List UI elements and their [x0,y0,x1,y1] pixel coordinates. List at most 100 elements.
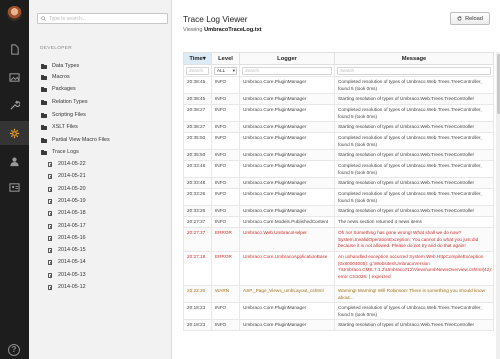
column-header-time[interactable]: Time▾ [183,52,212,65]
vertical-scrollbar[interactable] [496,52,500,359]
cell-logger: Umbraco.Core.PluginManager [239,149,335,161]
app-window: ? Type to search... DEVELOPER Data Types… [0,0,500,359]
cell-time: 20:18:23 [183,302,212,320]
tree-item-label: 2014-05-17 [58,223,86,229]
cell-message: The news section returned 4 news items [334,216,494,228]
scrollbar-thumb[interactable] [496,54,500,114]
table-row[interactable]: 20:18:23 INFO Umbraco.Core.PluginManager St… [183,319,494,331]
table-row[interactable]: 20:27:37 INFO Umbraco.Core.Models.Publishe… [183,216,494,228]
file-icon [48,173,52,179]
message-filter-input[interactable]: Search [337,66,491,75]
tree-item-trace-logs[interactable]: Trace Logs [41,147,79,157]
table-row[interactable]: 20:27:18 ERROR Umbraco.Core.UmbracoApplica… [183,251,494,286]
section-rail: ? [0,0,29,359]
cell-message: Starting resolution of types of Umbraco.… [334,177,494,189]
settings-icon[interactable] [0,93,29,117]
tree-item-macros[interactable]: Macros [41,72,70,82]
tree-item-log[interactable]: 2014-05-22 [48,159,86,169]
cell-logger: Umbraco.Core.PluginManager [239,76,335,94]
trace-log-table: Time▾ Level Logger Message Search ALL Se… [183,52,494,331]
members-icon[interactable] [0,175,29,199]
time-filter-input[interactable]: Search [186,66,209,75]
cell-time: 20:27:37 [183,216,212,228]
developer-icon[interactable] [0,121,29,145]
tree-item-log[interactable]: 2014-05-20 [48,184,86,194]
cell-level: INFO [211,76,240,94]
sort-down-icon: ▾ [202,55,206,62]
content-icon[interactable] [0,37,29,61]
viewing-label: Viewing [183,27,203,33]
cell-message: Starting resolution of types of Umbraco.… [334,149,494,161]
table-row[interactable]: 20:33:48 INFO Umbraco.Core.PluginManager St… [183,177,494,189]
tree-item-log[interactable]: 2014-05-17 [48,221,86,231]
cell-time: 20:33:48 [183,177,212,189]
cell-logger: Umbraco.Core.PluginManager [239,160,335,178]
reload-label: Reload [465,15,483,22]
tree-item-log[interactable]: 2014-05-15 [48,245,86,255]
developer-tree: Type to search... DEVELOPER Data Types M… [29,0,172,359]
cell-logger: Umbraco.Core.PluginManager [239,93,335,105]
tree-item-label: 2014-05-16 [58,235,86,241]
tree-item-packages[interactable]: Packages [41,84,76,94]
media-icon[interactable] [0,65,29,89]
cell-level: INFO [211,104,240,122]
column-header-logger[interactable]: Logger [239,52,335,65]
cell-time: 20:38:45 [183,93,212,105]
table-row[interactable]: 20:33:26 INFO Umbraco.Core.PluginManager Co… [183,188,494,206]
table-row[interactable]: 20:38:27 INFO Umbraco.Core.PluginManager Co… [183,104,494,122]
cell-logger: ASP._Page_Views_umbLayout_cshtml [239,285,335,303]
tree-item-label: Macros [52,74,70,80]
table-row[interactable]: 20:38:45 INFO Umbraco.Core.PluginManager St… [183,93,494,105]
tree-item-xslt-files[interactable]: XSLT Files [41,122,78,132]
tree-item-log[interactable]: 2014-05-16 [48,233,86,243]
avatar[interactable] [7,6,22,21]
table-row[interactable]: 20:33:48 INFO Umbraco.Core.PluginManager Co… [183,160,494,178]
cell-level: WARN [211,285,240,303]
cell-level: INFO [211,188,240,206]
tree-item-data-types[interactable]: Data Types [41,61,79,71]
logger-filter-input[interactable]: Search [242,66,332,75]
folder-icon [41,74,47,80]
tree-item-label: Partial View Macro Files [52,137,110,143]
table-row[interactable]: 20:18:23 INFO Umbraco.Core.PluginManager Co… [183,302,494,320]
column-header-message[interactable]: Message [334,52,494,65]
tree-item-scripting-files[interactable]: Scripting Files [41,110,86,120]
tree-item-log[interactable]: 2014-05-19 [48,196,86,206]
table-row[interactable]: 20:22:20 WARN ASP._Page_Views_umbLayout_cs… [183,285,494,303]
table-row[interactable]: 20:27:37 ERROR Umbraco.Web.UmbracoHelper Oh… [183,227,494,252]
tree-item-label: 2014-05-12 [58,284,86,290]
tree-item-log[interactable]: 2014-05-14 [48,257,86,267]
cell-logger: Umbraco.Web.UmbracoHelper [239,227,335,252]
help-icon[interactable]: ? [8,344,20,356]
level-filter-select[interactable]: ALL [214,66,237,75]
cell-time: 20:38:27 [183,121,212,133]
table-row[interactable]: 20:38:45 INFO Umbraco.Core.PluginManager Co… [183,76,494,94]
tree-item-log[interactable]: 2014-05-12 [48,282,86,292]
cell-message: Starting resolution of types of Umbraco.… [334,205,494,217]
cell-message: Completed resolution of types of Umbraco… [334,76,494,94]
tree-item-relation-types[interactable]: Relation Types [41,97,88,107]
page-title: Trace Log Viewer [183,14,248,24]
tree-item-label: 2014-05-22 [58,161,86,167]
cell-logger: Umbraco.Core.PluginManager [239,121,335,133]
tree-item-log[interactable]: 2014-05-13 [48,270,86,280]
reload-button[interactable]: Reload [450,12,490,25]
tree-item-log[interactable]: 2014-05-18 [48,208,86,218]
tree-item-label: 2014-05-13 [58,272,86,278]
table-row[interactable]: 20:35:50 INFO Umbraco.Core.PluginManager St… [183,149,494,161]
column-header-level[interactable]: Level [211,52,240,65]
file-icon [48,284,52,290]
table-row[interactable]: 20:33:26 INFO Umbraco.Core.PluginManager St… [183,205,494,217]
users-icon[interactable] [0,149,29,173]
tree-item-label: 2014-05-19 [58,198,86,204]
table-row[interactable]: 20:35:50 INFO Umbraco.Core.PluginManager Co… [183,132,494,150]
cell-logger: Umbraco.Core.PluginManager [239,205,335,217]
tree-item-partial-view-macro-files[interactable]: Partial View Macro Files [41,135,110,145]
table-row[interactable]: 20:38:27 INFO Umbraco.Core.PluginManager St… [183,121,494,133]
cell-time: 20:27:37 [183,227,212,252]
tree-item-log[interactable]: 2014-05-21 [48,171,86,181]
cell-logger: Umbraco.Core.PluginManager [239,302,335,320]
file-icon [48,198,52,204]
cell-message: Completed resolution of types of Umbraco… [334,160,494,178]
tree-search-input[interactable]: Type to search... [37,13,168,24]
